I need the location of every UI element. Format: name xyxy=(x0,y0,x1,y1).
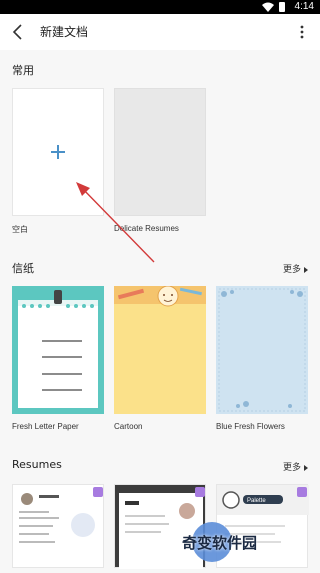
wifi-icon xyxy=(262,2,274,12)
template-cartoon[interactable] xyxy=(114,285,206,414)
template-blue-fresh-flowers[interactable] xyxy=(216,286,308,414)
template-resume-1[interactable] xyxy=(12,484,104,568)
template-label: Cartoon xyxy=(114,422,143,431)
more-label: 更多 xyxy=(282,463,301,473)
more-label: 更多 xyxy=(282,265,301,275)
section-title-common: 常用 xyxy=(12,64,34,77)
template-label: Blue Fresh Flowers xyxy=(216,422,285,431)
chevron-right-icon xyxy=(304,464,308,471)
more-link-letter[interactable]: 更多 xyxy=(283,262,308,275)
status-time: 4:14 xyxy=(294,1,314,12)
page-title: 新建文档 xyxy=(40,25,89,39)
annotation-arrow xyxy=(76,182,155,263)
watermark-text: 奇变软件园 xyxy=(182,534,258,552)
more-link-resumes[interactable]: 更多 xyxy=(283,460,308,473)
plus-icon xyxy=(51,145,65,159)
resume-thumbnail xyxy=(19,487,103,543)
status-bar: 4:14 xyxy=(0,0,320,14)
letter-paper-thumbnail xyxy=(18,290,98,408)
section-title-resumes: Resumes xyxy=(12,458,62,471)
template-fresh-letter-paper[interactable] xyxy=(12,286,104,414)
app-bar: 新建文档 xyxy=(0,14,320,50)
arrow-back-icon[interactable] xyxy=(8,22,28,42)
watermark: 奇变软件园 xyxy=(182,522,274,564)
palette-thumbnail-text: Palette xyxy=(247,498,266,504)
more-vert-icon[interactable] xyxy=(294,24,310,40)
template-label: Fresh Letter Paper xyxy=(12,422,79,431)
battery-icon xyxy=(279,2,285,12)
section-title-letter: 信纸 xyxy=(12,262,34,275)
flowers-thumbnail xyxy=(218,288,306,412)
chevron-right-icon xyxy=(304,266,308,273)
template-label: 空白 xyxy=(12,225,28,234)
cartoon-thumbnail xyxy=(114,285,206,307)
